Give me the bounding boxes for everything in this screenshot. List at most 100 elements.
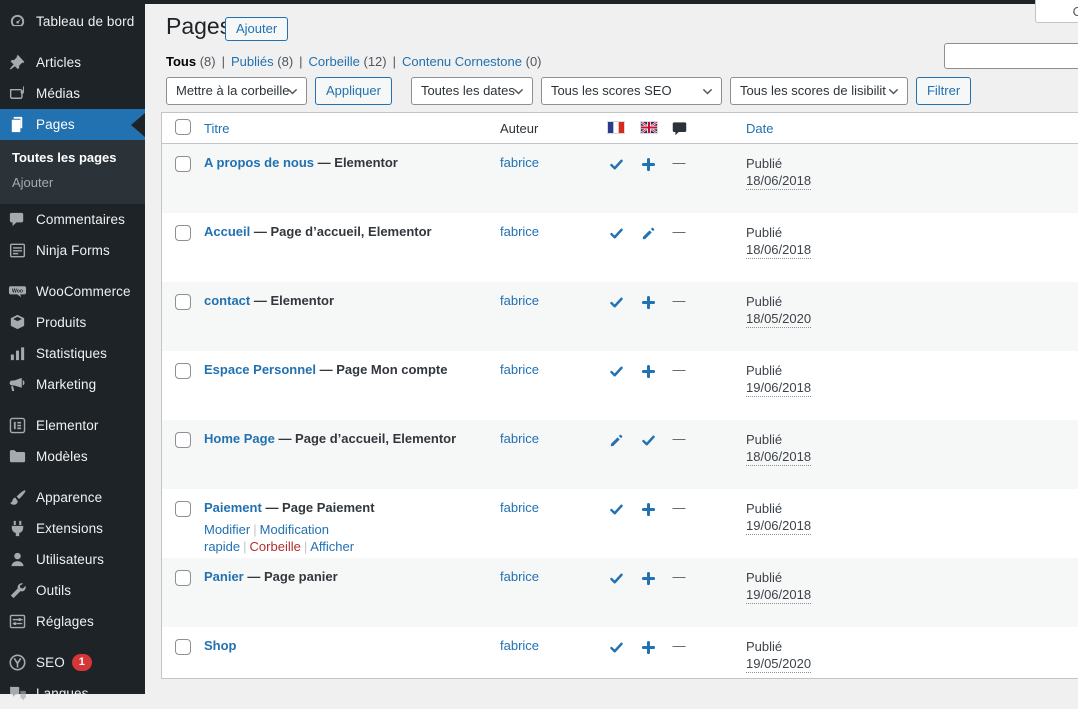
sort-by-title-link[interactable]: Titre [204,121,230,136]
sidebar-item-commentaires[interactable]: Commentaires [0,204,145,235]
view-filter-tous[interactable]: Tous [166,54,196,69]
row-action-afficher[interactable]: Afficher [310,539,354,554]
row-checkbox[interactable] [175,363,191,379]
row-checkbox[interactable] [175,156,191,172]
translation-done-icon[interactable] [609,295,624,310]
sidebar-item-apparence[interactable]: Apparence [0,482,145,513]
translation-add-icon[interactable] [641,157,656,172]
sidebar-item-pages[interactable]: Pages [0,109,145,140]
author-link[interactable]: fabrice [500,293,539,308]
sidebar-item-statistiques[interactable]: Statistiques [0,338,145,369]
comments-count: — [664,420,694,489]
translation-done-icon[interactable] [609,364,624,379]
sidebar-item-label: Produits [36,315,86,330]
row-checkbox[interactable] [175,294,191,310]
row-checkbox[interactable] [175,570,191,586]
dates-filter-select[interactable]: Toutes les dates [411,77,533,105]
chart-bars-icon [8,344,27,363]
page-title-link[interactable]: Paiement [204,500,262,515]
translation-done-icon[interactable] [609,571,624,586]
row-checkbox[interactable] [175,501,191,517]
author-link[interactable]: fabrice [500,362,539,377]
translation-add-icon[interactable] [641,364,656,379]
translation-done-icon[interactable] [609,640,624,655]
table-row: Accueil — Page d’accueil, Elementorfabri… [162,213,1078,282]
sidebar-item-reglages[interactable]: Réglages [0,606,145,637]
translation-add-icon[interactable] [641,502,656,517]
translation-edit-icon[interactable] [609,433,624,448]
page-title-link[interactable]: Accueil [204,224,250,239]
plugin-icon [8,519,27,538]
translation-edit-icon[interactable] [641,226,656,241]
translation-done-icon[interactable] [609,157,624,172]
sidebar-item-elementor[interactable]: Elementor [0,410,145,441]
row-checkbox[interactable] [175,225,191,241]
row-action-corbeille[interactable]: Corbeille [250,539,301,554]
sidebar-item-label: Pages [36,117,75,132]
translation-done-icon[interactable] [641,433,656,448]
row-checkbox[interactable] [175,432,191,448]
sidebar-item-label: Extensions [36,521,103,536]
view-filter-contenu-cornestone[interactable]: Contenu Cornestone [402,54,522,69]
screen-options-button[interactable]: Options [1035,0,1078,23]
translation-done-icon[interactable] [609,226,624,241]
view-count: (8) [277,54,293,69]
page-title-link[interactable]: Home Page [204,431,275,446]
translation-add-icon[interactable] [641,571,656,586]
page-title: Pages [166,12,231,41]
view-filter-publi-s[interactable]: Publiés [231,54,274,69]
author-link[interactable]: fabrice [500,638,539,653]
sidebar-item-outils[interactable]: Outils [0,575,145,606]
sort-by-date-link[interactable]: Date [746,121,773,136]
filter-button[interactable]: Filtrer [916,77,971,105]
sidebar-item-modeles[interactable]: Modèles [0,441,145,472]
select-all-checkbox[interactable] [175,119,191,135]
chevron-down-icon [287,88,298,96]
pages-table: Titre Auteur Date A propos de nous — Ele… [161,112,1078,679]
media-icon [8,84,27,103]
readability-score-filter-select[interactable]: Tous les scores de lisibilit [730,77,908,105]
submenu-item-toutes-les-pages[interactable]: Toutes les pages [0,145,145,170]
tools-icon [8,581,27,600]
sidebar-submenu: Toutes les pagesAjouter [0,140,145,204]
sidebar-item-seo[interactable]: SEO1 [0,647,145,678]
page-title-link[interactable]: Panier [204,569,244,584]
page-title-link[interactable]: Espace Personnel [204,362,316,377]
sidebar-item-utilisateurs[interactable]: Utilisateurs [0,544,145,575]
author-link[interactable]: fabrice [500,500,539,515]
chevron-down-icon [888,88,899,96]
publish-status: Publié [746,569,1078,586]
page-title-link[interactable]: Shop [204,638,237,653]
seo-score-filter-select[interactable]: Tous les scores SEO [541,77,722,105]
comments-count: — [664,213,694,282]
sidebar-item-ninja-forms[interactable]: Ninja Forms [0,235,145,266]
translation-add-icon[interactable] [641,640,656,655]
woocommerce-icon: Woo [8,282,27,301]
sidebar-item-medias[interactable]: Médias [0,78,145,109]
search-input[interactable] [944,43,1078,69]
publish-status: Publié [746,293,1078,310]
translation-add-icon[interactable] [641,295,656,310]
page-title-link[interactable]: contact [204,293,250,308]
sidebar-item-articles[interactable]: Articles [0,47,145,78]
sidebar-item-woocommerce[interactable]: WooWooCommerce [0,276,145,307]
author-link[interactable]: fabrice [500,155,539,170]
menu-separator [0,266,145,276]
page-title-link[interactable]: A propos de nous [204,155,314,170]
translation-done-icon[interactable] [609,502,624,517]
sidebar-item-produits[interactable]: Produits [0,307,145,338]
row-checkbox[interactable] [175,639,191,655]
row-action-modifier[interactable]: Modifier [204,522,250,537]
add-page-button[interactable]: Ajouter [225,17,288,41]
author-link[interactable]: fabrice [500,224,539,239]
sidebar-item-tableau-de-bord[interactable]: Tableau de bord [0,6,145,37]
comments-count: — [664,489,694,558]
sidebar-item-extensions[interactable]: Extensions [0,513,145,544]
bulk-action-select[interactable]: Mettre à la corbeille [166,77,307,105]
author-link[interactable]: fabrice [500,569,539,584]
apply-button[interactable]: Appliquer [315,77,392,105]
sidebar-item-marketing[interactable]: Marketing [0,369,145,400]
author-link[interactable]: fabrice [500,431,539,446]
submenu-item-ajouter[interactable]: Ajouter [0,170,145,195]
view-filter-corbeille[interactable]: Corbeille [309,54,360,69]
